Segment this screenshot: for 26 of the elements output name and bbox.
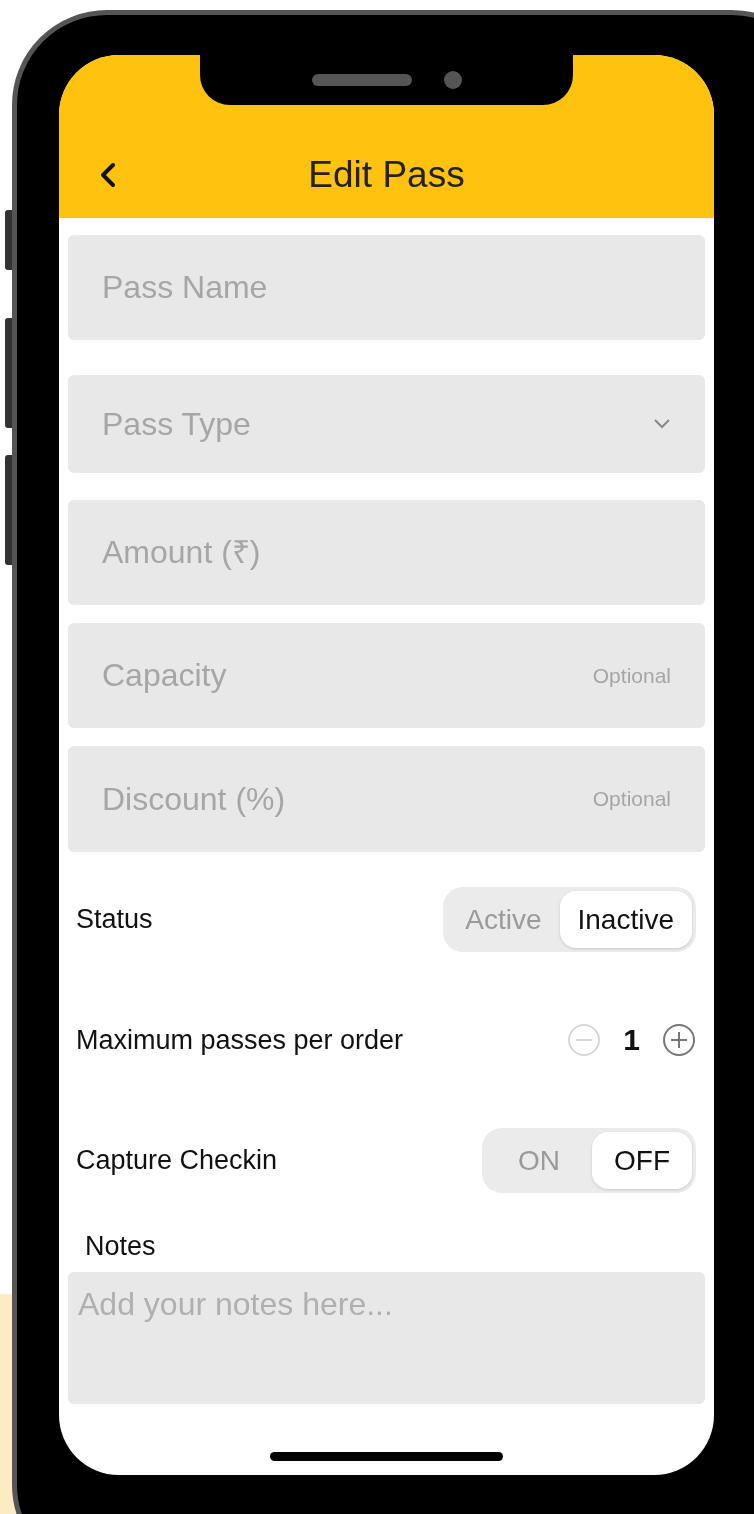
text-input[interactable]: Amount (₹)	[102, 534, 671, 571]
text-input[interactable]: Pass Name	[102, 269, 671, 306]
optional-hint: Optional	[592, 663, 671, 688]
chevron-left-icon	[99, 162, 117, 188]
optional-hint: Optional	[592, 787, 671, 811]
capture-checkin-label: Capture Checkin	[76, 1145, 278, 1176]
segment-option[interactable]: Inactive	[559, 891, 692, 948]
quantity-value: 1	[623, 1023, 640, 1057]
text-input[interactable]: Discount (%)	[102, 780, 593, 818]
max-passes-label: Maximum passes per order	[76, 1024, 404, 1056]
status-label: Status	[76, 904, 153, 935]
input-field[interactable]: Amount (₹)	[68, 500, 705, 605]
dropdown-field[interactable]: Pass Type	[68, 375, 705, 473]
screen-title: Edit Pass	[308, 154, 465, 196]
text-input[interactable]: Capacity	[102, 657, 593, 694]
chevron-down-icon	[653, 418, 671, 430]
input-field[interactable]: Discount (%) Optional	[68, 746, 705, 852]
input-field[interactable]: Pass Name	[68, 235, 705, 340]
segment-option[interactable]: ON	[486, 1132, 592, 1189]
plus-button[interactable]	[662, 1023, 696, 1057]
dropdown-input[interactable]: Pass Type	[102, 405, 653, 443]
input-field[interactable]: Capacity Optional	[68, 623, 705, 728]
segment-option[interactable]: OFF	[592, 1132, 692, 1189]
notes-label: Notes	[85, 1231, 157, 1262]
segment-option[interactable]: Active	[447, 891, 560, 948]
notes-field[interactable]: Add your notes here...	[68, 1272, 705, 1404]
